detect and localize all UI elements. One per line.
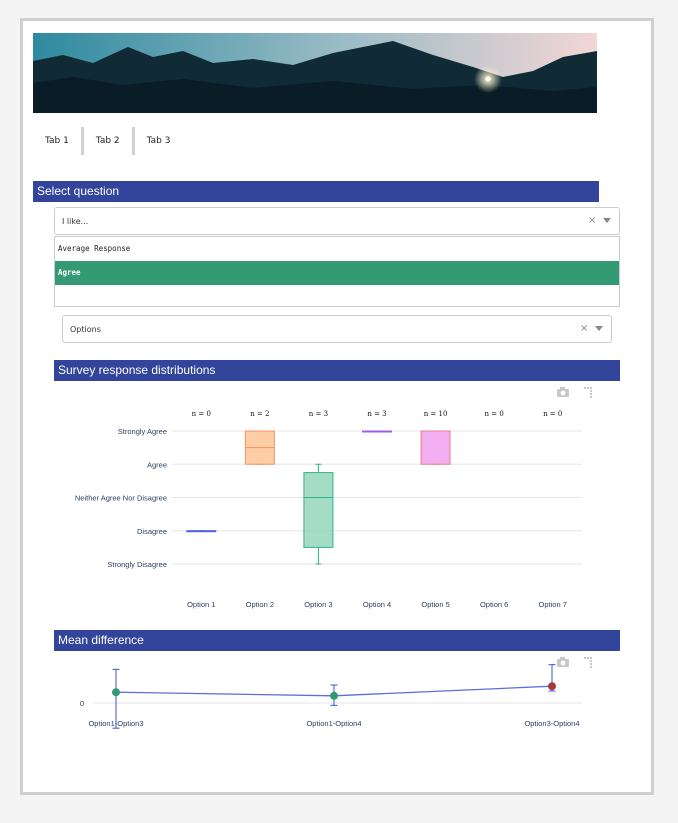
camera-icon[interactable] [557, 387, 569, 397]
clear-icon[interactable]: × [580, 323, 588, 334]
data-point [330, 691, 338, 700]
n-label: n = 0 [485, 410, 504, 418]
tab-1[interactable]: Tab 1 [33, 127, 84, 155]
x-tick-label: Option 6 [480, 600, 508, 609]
tab-3[interactable]: Tab 3 [135, 127, 183, 155]
chevron-down-icon[interactable] [603, 218, 611, 223]
x-tick-label: Option 4 [363, 600, 391, 609]
options-dropdown[interactable]: Options × [62, 315, 612, 343]
x-tick-label: Option 7 [539, 600, 567, 609]
question-menu: Average Response Agree [54, 236, 620, 307]
banner-image [33, 33, 597, 113]
box-option-5 [420, 430, 451, 465]
question-dropdown[interactable]: I like... × [54, 207, 620, 235]
select-question-header: Select question [33, 181, 599, 202]
box-option-2 [244, 430, 275, 465]
question-dropdown-value: I like... [62, 216, 89, 226]
x-tick-label: Option 2 [246, 600, 274, 609]
box-body [303, 472, 334, 548]
distribution-chart: Strongly Disagree Disagree Neither Agree N… [75, 410, 582, 609]
y-tick-label: Agree [147, 460, 167, 469]
y-tick-label: Disagree [137, 527, 167, 536]
n-label: n = 0 [543, 410, 562, 418]
x-tick-label: Option 1 [187, 600, 215, 609]
y-tick-label: Strongly Agree [118, 427, 167, 436]
menu-item-agree[interactable]: Agree [55, 261, 619, 285]
tab-2[interactable]: Tab 2 [84, 127, 135, 155]
mean-difference-header: Mean difference [54, 630, 620, 651]
n-label: n = 10 [424, 410, 448, 418]
n-label: n = 2 [250, 410, 269, 418]
n-label: n = 3 [367, 410, 386, 418]
x-tick-label: Option 5 [421, 600, 449, 609]
menu-item-average-response[interactable]: Average Response [55, 237, 619, 261]
x-tick-label: Option 3 [304, 600, 332, 609]
y-tick-label: Strongly Disagree [107, 560, 167, 569]
n-label: n = 3 [309, 410, 328, 418]
x-tick-label: Option3-Option4 [524, 719, 579, 728]
y-tick-label: 0 [80, 699, 84, 708]
box-option-4 [362, 430, 392, 433]
clear-icon[interactable]: × [588, 215, 596, 226]
x-tick-label: Option1-Option4 [306, 719, 361, 728]
data-point [112, 688, 120, 697]
plotly-logo-icon[interactable] [584, 387, 592, 398]
data-point [548, 682, 556, 691]
box-option-1 [186, 530, 217, 533]
survey-distributions-header: Survey response distributions [54, 360, 620, 381]
chevron-down-icon[interactable] [595, 326, 603, 331]
box-option-3 [303, 463, 334, 565]
chart-modebar [557, 387, 592, 398]
y-tick-label: Neither Agree Nor Disagree [75, 494, 167, 503]
mean-difference-chart: 0Option1-Option3Option1-Option4Option3-O… [80, 663, 582, 729]
tab-bar: Tab 1 Tab 2 Tab 3 [33, 127, 182, 155]
n-label: n = 0 [192, 410, 211, 418]
options-dropdown-value: Options [70, 324, 101, 334]
box-body [420, 430, 451, 465]
